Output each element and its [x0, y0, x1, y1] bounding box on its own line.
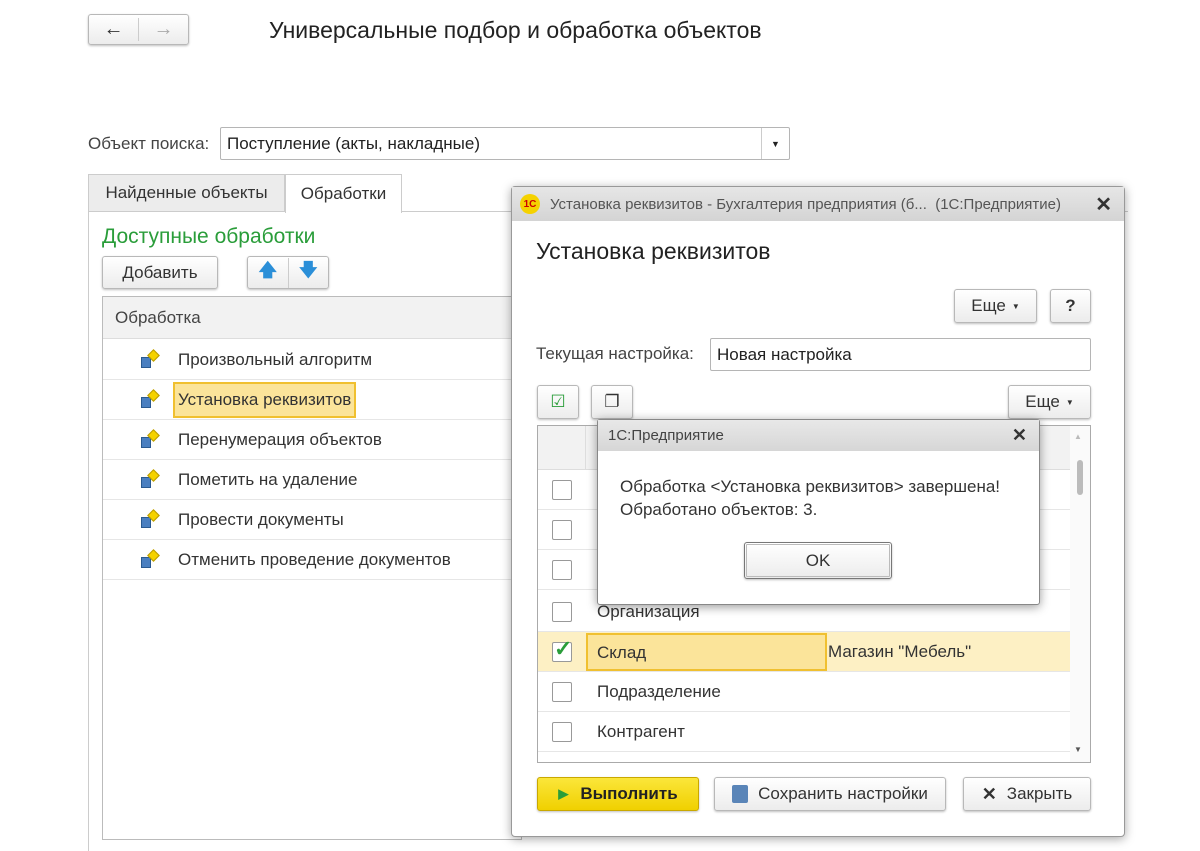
processing-icon	[141, 349, 160, 369]
processing-item[interactable]: Перенумерация объектов	[103, 420, 521, 460]
attribute-checkbox[interactable]	[552, 519, 572, 540]
back-button[interactable]: ←	[89, 18, 139, 41]
attribute-checkbox[interactable]	[552, 601, 572, 622]
add-button[interactable]: Добавить	[102, 256, 218, 289]
close-icon[interactable]: ✕	[1095, 192, 1112, 217]
check-all-icon[interactable]: ☑	[537, 385, 579, 419]
message-box: 1С:Предприятие ✕ Обработка <Установка ре…	[597, 419, 1040, 605]
message-line-2: Обработано объектов: 3.	[620, 500, 818, 519]
processing-item-label: Перенумерация объектов	[178, 429, 382, 449]
save-label: Сохранить настройки	[758, 784, 928, 803]
close-icon: ✕	[981, 783, 997, 804]
forward-button[interactable]: →	[139, 18, 188, 41]
move-down-icon[interactable]: 🡇	[289, 258, 329, 288]
more-label: Еще	[971, 296, 1006, 315]
processing-icon	[141, 509, 160, 529]
move-buttons: 🡅 🡇	[247, 256, 329, 289]
dialog-window-title: Установка реквизитов - Бухгалтерия предп…	[550, 195, 1062, 213]
processing-table: Обработка Произвольный алгоритм Установк…	[102, 296, 522, 840]
uncheck-all-icon[interactable]: ❐	[591, 385, 633, 419]
column-header: Обработка	[103, 297, 521, 339]
attribute-checkbox[interactable]	[552, 559, 572, 580]
processing-item[interactable]: Произвольный алгоритм	[103, 340, 521, 380]
tab-processing[interactable]: Обработки	[285, 174, 402, 213]
message-title: 1С:Предприятие	[608, 427, 724, 444]
message-titlebar[interactable]: 1С:Предприятие ✕	[598, 420, 1039, 451]
move-up-icon[interactable]: 🡅	[248, 257, 289, 288]
dialog-title: Установка реквизитов	[536, 238, 771, 264]
run-button[interactable]: ▶ Выполнить	[537, 777, 699, 811]
processing-icon	[141, 469, 160, 489]
attribute-name: Контрагент	[597, 721, 685, 741]
attribute-row[interactable]: ✓ Склад Магазин "Мебель"	[538, 632, 1070, 672]
attribute-checkbox[interactable]: ✓	[552, 636, 572, 662]
more-label: Еще	[1025, 392, 1060, 411]
message-line-1: Обработка <Установка реквизитов> заверше…	[620, 477, 1001, 496]
attribute-checkbox[interactable]	[552, 721, 572, 742]
app-logo-icon: 1С	[520, 194, 540, 214]
chevron-down-icon: ▼	[1065, 397, 1074, 407]
run-label: Выполнить	[580, 784, 678, 803]
attribute-checkbox[interactable]	[552, 681, 572, 702]
attribute-name: Подразделение	[597, 681, 721, 701]
save-icon	[732, 785, 749, 803]
attribute-name: Склад	[586, 632, 827, 671]
processing-icon	[141, 549, 160, 569]
processing-item-label: Провести документы	[178, 509, 344, 529]
processing-item-label: Произвольный алгоритм	[178, 349, 373, 369]
save-settings-button[interactable]: Сохранить настройки	[714, 777, 946, 811]
setting-label: Текущая настройка:	[536, 344, 694, 363]
processing-item[interactable]: Отменить проведение документов	[103, 540, 521, 580]
search-object-value: Поступление (акты, накладные)	[227, 133, 480, 153]
close-button[interactable]: ✕ Закрыть	[963, 777, 1091, 811]
processing-item[interactable]: Провести документы	[103, 500, 521, 540]
chevron-down-icon: ▼	[1011, 301, 1020, 311]
setting-input[interactable]: Новая настройка	[710, 338, 1091, 371]
attribute-checkbox[interactable]	[552, 479, 572, 500]
processing-item-label: Отменить проведение документов	[178, 549, 451, 569]
processing-item-label: Установка реквизитов	[173, 381, 357, 418]
scrollbar[interactable]: ▲ ▼	[1070, 426, 1090, 762]
processing-icon	[141, 429, 160, 449]
processing-item[interactable]: Установка реквизитов	[103, 380, 521, 420]
processing-item[interactable]: Пометить на удаление	[103, 460, 521, 500]
section-title: Доступные обработки	[102, 225, 316, 248]
nav-buttons: ← →	[88, 14, 189, 45]
attribute-value: Магазин "Мебель"	[828, 641, 972, 661]
page-title: Универсальные подбор и обработка объекто…	[269, 17, 762, 43]
help-button[interactable]: ?	[1050, 289, 1091, 323]
close-label: Закрыть	[1006, 784, 1073, 803]
search-object-select[interactable]: Поступление (акты, накладные) ▼	[220, 127, 790, 160]
attribute-row[interactable]: Подразделение	[538, 672, 1070, 712]
tab-found-objects[interactable]: Найденные объекты	[88, 174, 285, 212]
processing-item-label: Пометить на удаление	[178, 469, 358, 489]
dialog-titlebar[interactable]: 1С Установка реквизитов - Бухгалтерия пр…	[512, 187, 1124, 221]
close-icon[interactable]: ✕	[1012, 425, 1027, 446]
more-button[interactable]: Еще ▼	[954, 289, 1037, 323]
scrollbar-thumb[interactable]	[1077, 460, 1083, 495]
table-more-button[interactable]: Еще ▼	[1008, 385, 1091, 419]
attribute-row[interactable]: Контрагент	[538, 712, 1070, 752]
ok-button[interactable]: OK	[744, 542, 892, 579]
message-text: Обработка <Установка реквизитов> заверше…	[620, 475, 1000, 521]
processing-icon	[141, 389, 160, 409]
play-icon: ▶	[558, 786, 569, 801]
chevron-down-icon[interactable]: ▼	[761, 128, 789, 159]
search-label: Объект поиска:	[88, 134, 210, 153]
